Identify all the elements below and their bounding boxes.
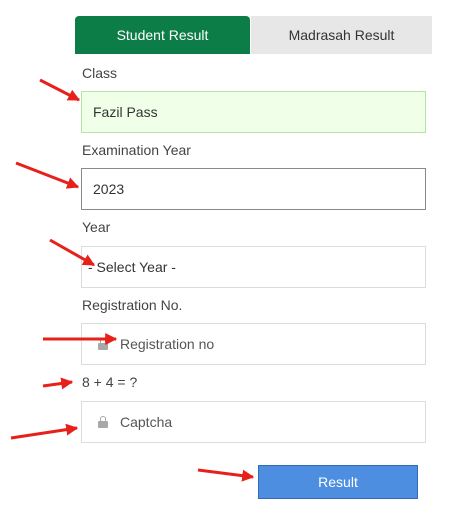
captcha-input[interactable]: Captcha xyxy=(81,401,426,443)
arrow-class xyxy=(39,78,81,102)
tab-madrasah-result[interactable]: Madrasah Result xyxy=(251,16,432,54)
result-button[interactable]: Result xyxy=(258,465,418,499)
lock-icon xyxy=(98,416,108,428)
class-value: Fazil Pass xyxy=(93,104,158,120)
tab-student-result[interactable]: Student Result xyxy=(75,16,250,54)
arrow-captcha xyxy=(10,423,79,440)
registration-input[interactable]: Registration no xyxy=(81,323,426,365)
exam-year-label: Examination Year xyxy=(82,142,191,158)
captcha-placeholder: Captcha xyxy=(120,414,173,430)
class-label: Class xyxy=(82,65,118,81)
captcha-question: 8 + 4 = ? xyxy=(82,374,138,390)
arrow-exam-year xyxy=(15,161,80,189)
class-select[interactable]: Fazil Pass xyxy=(81,91,426,133)
exam-year-select[interactable]: 2023 xyxy=(81,168,426,210)
year-label: Year xyxy=(82,219,111,235)
arrow-result xyxy=(197,468,255,482)
year-selected-value: - Select Year - xyxy=(88,259,176,275)
registration-placeholder: Registration no xyxy=(120,336,215,352)
exam-year-value: 2023 xyxy=(93,181,125,197)
lock-icon xyxy=(98,338,108,350)
registration-label: Registration No. xyxy=(82,297,183,313)
year-select[interactable]: - Select Year - xyxy=(81,246,426,288)
arrow-captcha-question xyxy=(42,377,74,390)
